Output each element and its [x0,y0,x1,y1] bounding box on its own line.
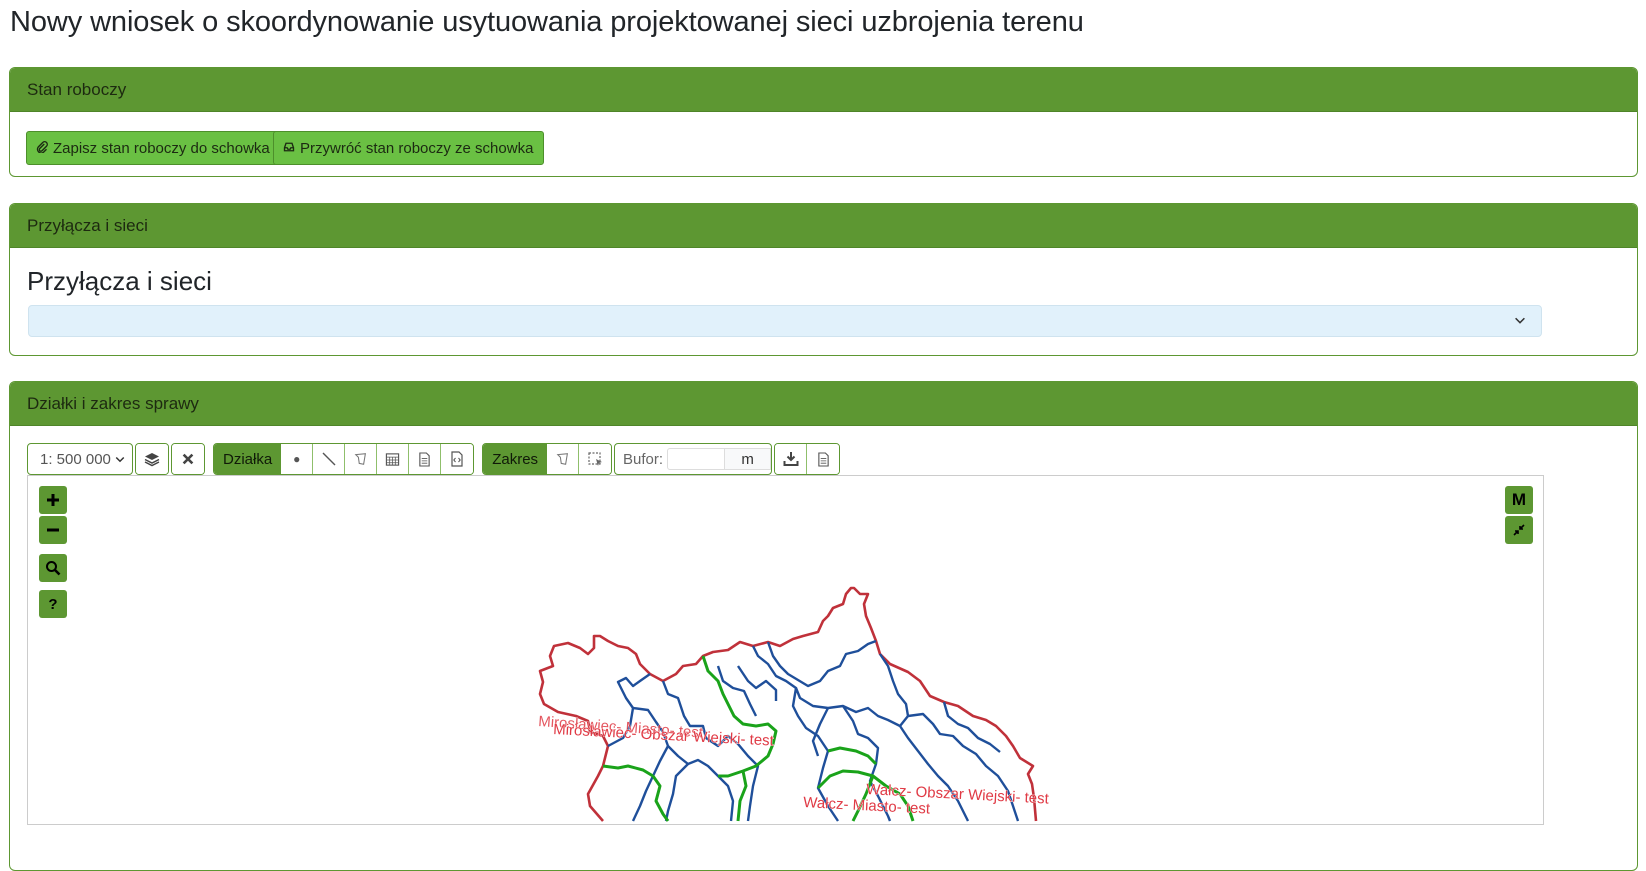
parcels-card-header: Działki i zakres sprawy [10,382,1637,426]
map-toolbar: 1: 500 000 Działka ● Zakres Bufor: m [27,443,841,475]
point-icon: ● [293,452,301,466]
scope-polygon-button[interactable] [547,444,580,474]
buffer-label: Bufor: [623,450,664,468]
parcel-label: Działka [214,444,282,474]
scope-document-button[interactable] [807,444,840,474]
parcels-card: Działki i zakres sprawy 1: 500 000 Dział… [9,381,1638,871]
connections-card: Przyłącza i sieci Przyłącza i sieci [9,203,1638,356]
code-file-icon [451,451,463,467]
draw-polygon-button[interactable] [345,444,378,474]
select-area-icon [588,452,603,466]
clear-button[interactable] [172,444,204,474]
document-icon [817,451,829,467]
layers-button[interactable] [136,444,168,474]
draw-point-button[interactable]: ● [281,444,314,474]
connections-select[interactable] [28,305,1542,337]
scale-value: 1: 500 000 [40,450,111,468]
line-icon [322,452,336,466]
buffer-unit: m [725,448,772,470]
scope-label: Zakres [483,444,548,474]
save-draft-button[interactable]: Zapisz stan roboczy do schowka [26,131,281,165]
parcel-tools: Działka ● [213,443,475,475]
draft-card-header: Stan roboczy [10,68,1637,112]
restore-draft-button[interactable]: Przywróć stan roboczy ze schowka [273,131,545,165]
download-button[interactable] [775,444,808,474]
export-tools [774,443,841,475]
scope-tools: Zakres [482,443,613,475]
draft-card: Stan roboczy Zapisz stan roboczy do scho… [9,67,1638,177]
map-view[interactable]: ? M Mirosławiec- Miasto- test Mirosławie… [27,475,1544,825]
parcel-code-file-button[interactable] [441,444,474,474]
chevron-down-icon [115,456,125,463]
inbox-icon [283,141,295,156]
buffer-field-group: Bufor: m [614,443,773,475]
parcel-list-button[interactable] [377,444,410,474]
table-icon [386,452,400,466]
connections-card-header: Przyłącza i sieci [10,204,1637,248]
restore-draft-label: Przywróć stan roboczy ze schowka [300,139,534,157]
layers-button-group [135,443,169,475]
document-icon [419,451,430,467]
paperclip-icon [36,140,48,156]
scale-select[interactable]: 1: 500 000 [27,443,133,475]
draw-line-button[interactable] [313,444,346,474]
clear-button-group [171,443,205,475]
page-title: Nowy wniosek o skoordynowanie usytuowani… [10,6,1084,38]
chevron-down-icon [1515,317,1525,324]
region-labels: Mirosławiec- Miasto- test Mirosławiec- O… [537,713,1050,818]
connections-heading: Przyłącza i sieci [27,266,212,296]
polygon-icon [556,453,568,465]
buffer-input[interactable] [667,448,726,470]
layers-icon [144,453,160,467]
parcel-document-button[interactable] [409,444,442,474]
scope-select-button[interactable] [579,444,612,474]
close-icon [182,453,194,465]
save-draft-label: Zapisz stan roboczy do schowka [53,139,270,157]
download-icon [783,452,799,466]
polygon-icon [354,453,366,465]
map-canvas: Mirosławiec- Miasto- test Mirosławiec- O… [537,586,1050,822]
